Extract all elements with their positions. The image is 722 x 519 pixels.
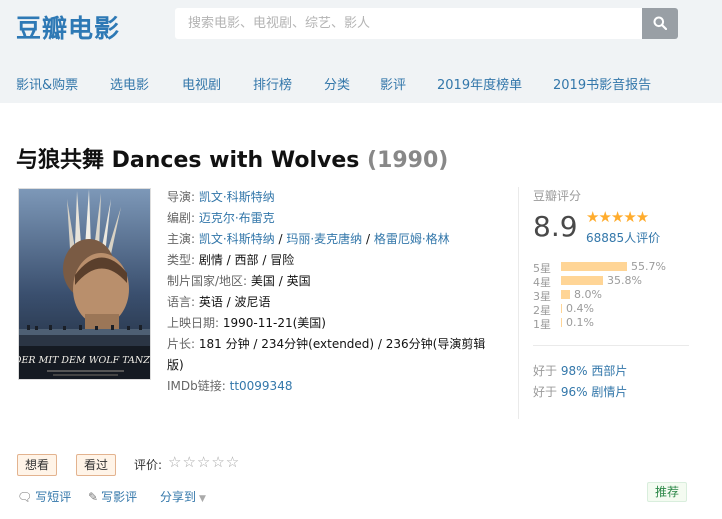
rating-bar-percent: 8.0% (574, 288, 602, 301)
info-imdb: IMDb链接: tt0099348 (167, 379, 293, 393)
rating-bar-fill (561, 262, 627, 271)
douban-movie-logo[interactable]: 豆瓣电影 (16, 9, 120, 45)
rating-bar-row: 2星 0.4% (533, 302, 703, 317)
page-title: 与狼共舞 Dances with Wolves (1990) (16, 142, 448, 174)
seen-button[interactable]: 看过 (76, 454, 117, 476)
info-country: 制片国家/地区: 美国 / 英国 (167, 274, 311, 288)
info-director: 导演: 凯文·科斯特纳 (167, 190, 275, 204)
poster-image: DER MIT DEM WOLF TANZT (19, 189, 151, 379)
nav-item-report-2019[interactable]: 2019书影音报告 (553, 74, 651, 93)
share-dropdown[interactable]: 分享到 ▼ (160, 488, 206, 505)
nav-item-annual-2019[interactable]: 2019年度榜单 (437, 74, 522, 93)
writer-link[interactable]: 迈克尔·布雷克 (199, 211, 275, 225)
movie-title: 与狼共舞 Dances with Wolves (16, 148, 360, 173)
rating-count-link[interactable]: 68885人评价 (586, 229, 660, 246)
info-genre: 类型: 剧情 / 西部 / 冒险 (167, 253, 295, 267)
nav-item-reviews[interactable]: 影评 (380, 74, 406, 93)
rating-label: 豆瓣评分 (533, 189, 582, 203)
rating-bar-percent: 0.1% (566, 316, 594, 329)
rating-score: 8.9 (533, 210, 578, 243)
movie-poster[interactable]: DER MIT DEM WOLF TANZT (18, 188, 151, 380)
rating-panel: 豆瓣评分 8.9 ★★★★★ 68885人评价 5星 55.7% 4星 35.8% 3星… (518, 187, 698, 419)
chevron-down-icon: ▼ (199, 494, 206, 504)
info-release-date: 上映日期: 1990-11-21(美国) (167, 316, 326, 330)
nav-item-showtimes[interactable]: 影讯&购票 (16, 74, 78, 93)
top-bar: 豆瓣电影 (0, 0, 722, 56)
main-nav: 影讯&购票 选电影 电视剧 排行榜 分类 影评 2019年度榜单 2019书影音… (0, 56, 722, 103)
search-input[interactable] (175, 8, 642, 39)
rating-bar-percent: 0.4% (566, 302, 594, 315)
nav-item-tv[interactable]: 电视剧 (182, 74, 221, 93)
pencil-icon: ✎ (88, 490, 99, 504)
write-short-comment-link[interactable]: 🗨 写短评 (17, 488, 71, 505)
rating-bar-percent: 35.8% (607, 274, 642, 287)
better-than-item: 好于 98% 西部片 (533, 364, 628, 378)
nav-item-explore[interactable]: 选电影 (110, 74, 149, 93)
search-button[interactable] (642, 8, 678, 39)
rating-bar-fill (561, 318, 562, 327)
search-box (175, 8, 642, 39)
rating-bar-row: 4星 35.8% (533, 274, 703, 289)
movie-info: 导演: 凯文·科斯特纳 编剧: 迈克尔·布雷克 主演: 凯文·科斯特纳 / 玛丽… (167, 187, 502, 397)
rating-stars-icon: ★★★★★ (586, 208, 649, 226)
recommend-button[interactable]: 推荐 (647, 482, 688, 502)
better-than-link[interactable]: 98% 西部片 (561, 364, 628, 378)
director-link[interactable]: 凯文·科斯特纳 (199, 190, 275, 204)
movie-year: (1990) (367, 148, 449, 173)
nav-item-charts[interactable]: 排行榜 (253, 74, 292, 93)
rating-bar-fill (561, 290, 570, 299)
write-review-link[interactable]: ✎ 写影评 (88, 488, 137, 505)
better-than-item: 好于 96% 剧情片 (533, 385, 628, 399)
cast-link[interactable]: 凯文·科斯特纳 (199, 232, 275, 246)
rating-bar-row: 5星 55.7% (533, 260, 703, 275)
info-language: 语言: 英语 / 波尼语 (167, 295, 271, 309)
rate-label: 评价: (134, 458, 163, 472)
want-to-see-button[interactable]: 想看 (17, 454, 58, 476)
cast-link[interactable]: 玛丽·麦克唐纳 (286, 232, 362, 246)
comment-icon: 🗨 (17, 490, 33, 504)
imdb-link[interactable]: tt0099348 (230, 379, 293, 393)
rate-stars-input[interactable]: ☆☆☆☆☆ (168, 453, 240, 471)
info-runtime: 片长: 181 分钟 / 234分钟(extended) / 236分钟(导演剪… (167, 337, 486, 372)
info-cast: 主演: 凯文·科斯特纳 / 玛丽·麦克唐纳 / 格雷厄姆·格林 (167, 232, 450, 246)
better-than-link[interactable]: 96% 剧情片 (561, 385, 628, 399)
nav-item-categories[interactable]: 分类 (324, 74, 350, 93)
rating-bar-label: 1星 (533, 318, 551, 331)
poster-title-text: DER MIT DEM WOLF TANZT (19, 355, 151, 366)
rating-bar-row: 1星 0.1% (533, 316, 703, 331)
search-icon (653, 16, 667, 30)
cast-link[interactable]: 格雷厄姆·格林 (374, 232, 450, 246)
rating-bar-row: 3星 8.0% (533, 288, 703, 303)
rating-bar-fill (561, 276, 603, 285)
rating-bar-fill (561, 304, 562, 313)
rating-bar-percent: 55.7% (631, 260, 666, 273)
better-than: 好于 98% 西部片 好于 96% 剧情片 (533, 345, 689, 403)
info-writer: 编剧: 迈克尔·布雷克 (167, 211, 275, 225)
